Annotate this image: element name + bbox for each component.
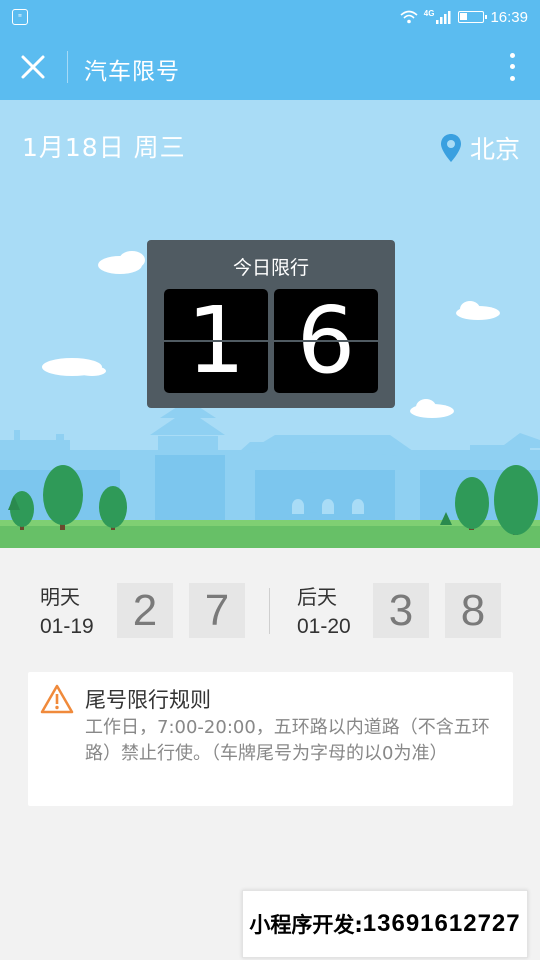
today-restriction-board: 今日限行 1 6 — [147, 240, 395, 408]
signal-icon — [436, 11, 451, 24]
restricted-digit: 8 — [445, 583, 501, 638]
day-date: 01-20 — [297, 615, 351, 638]
warning-icon — [40, 684, 74, 714]
city-name: 北京 — [469, 135, 520, 164]
title-bar: 汽车限号 — [0, 34, 540, 100]
day-name: 后天 — [297, 585, 337, 609]
close-icon[interactable] — [16, 50, 50, 84]
network-type: 4G — [423, 8, 435, 18]
restriction-rules-card: 尾号限行规则 工作日，7:00-20:00，五环路以内道路（不含五环路）禁止行使… — [28, 672, 513, 806]
upcoming-restrictions: 明天 01-19 2 7 后天 01-20 3 8 — [0, 548, 540, 670]
rules-title: 尾号限行规则 — [85, 688, 211, 712]
message-app-icon: ≡ — [12, 9, 28, 25]
current-date: 1月18日 周三 — [22, 133, 186, 162]
restricted-digit: 2 — [117, 583, 173, 638]
city-selector[interactable]: 北京 — [440, 130, 520, 166]
rules-description: 工作日，7:00-20:00，五环路以内道路（不含五环路）禁止行使。（车牌尾号为… — [85, 717, 490, 764]
day-name: 明天 — [40, 585, 80, 609]
divider — [269, 588, 270, 634]
status-icons: 4G 16:39 — [400, 0, 528, 34]
day-date: 01-19 — [40, 615, 94, 638]
restricted-digit: 7 — [189, 583, 245, 638]
more-vertical-icon[interactable] — [502, 50, 522, 84]
badge-label: 小程序开发: — [249, 913, 363, 937]
restricted-digit: 3 — [373, 583, 429, 638]
badge-phone: 13691612727 — [362, 910, 521, 937]
status-bar: ≡ 4G 16:39 — [0, 0, 540, 34]
today-restriction-hero: 1月18日 周三 北京 今日限行 1 6 — [0, 100, 540, 548]
title-divider — [67, 51, 68, 83]
restricted-digit: 1 — [164, 289, 268, 393]
location-pin-icon — [440, 134, 461, 162]
wifi-icon — [400, 10, 418, 24]
clock: 16:39 — [490, 8, 528, 26]
tomorrow-label: 明天 01-19 — [40, 582, 120, 642]
board-title: 今日限行 — [232, 257, 309, 279]
developer-contact-badge: 小程序开发: 13691612727 — [242, 890, 528, 958]
day-after-tomorrow-label: 后天 01-20 — [297, 582, 377, 642]
battery-icon — [458, 11, 488, 23]
restricted-digit: 6 — [274, 289, 378, 393]
page-title: 汽车限号 — [84, 59, 180, 85]
